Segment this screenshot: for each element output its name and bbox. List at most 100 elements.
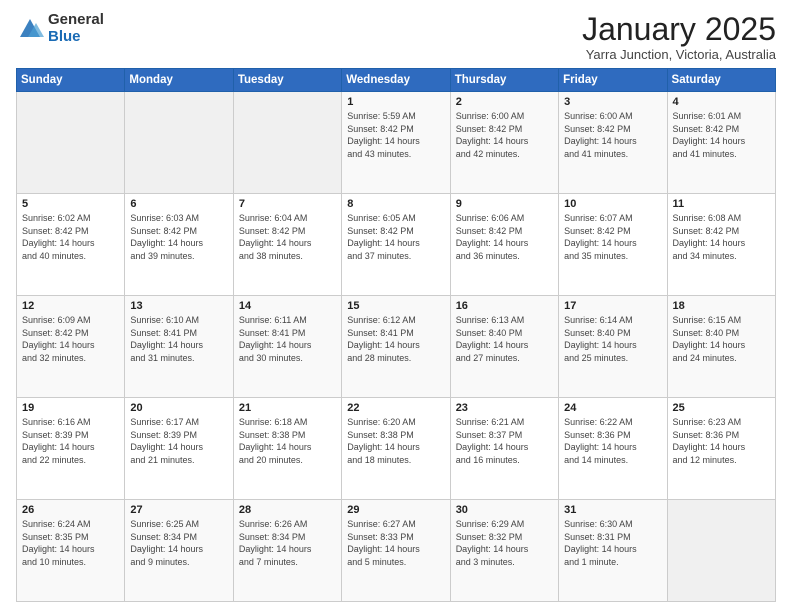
table-row: 20Sunrise: 6:17 AM Sunset: 8:39 PM Dayli… <box>125 398 233 500</box>
day-number: 11 <box>673 198 770 210</box>
header-friday: Friday <box>559 69 667 92</box>
day-info: Sunrise: 6:08 AM Sunset: 8:42 PM Dayligh… <box>673 212 770 262</box>
table-row: 14 Sunrise: 6:11 AM Sunset: 8:41 PM Dayli… <box>233 296 341 398</box>
day-info: Sunrise: 6:00 AM Sunset: 8:42 PM Dayligh… <box>456 110 553 160</box>
table-row: 25 Sunrise: 6:23 AM Sunset: 8:36 PM Dayli… <box>667 398 775 500</box>
day-info: Sunrise: 6:29 AM Sunset: 8:32 PM Dayligh… <box>456 518 553 568</box>
header-tuesday: Tuesday <box>233 69 341 92</box>
table-row: 6 Sunrise: 6:03 AM Sunset: 8:42 PM Daylig… <box>125 194 233 296</box>
table-row: 1 Sunrise: 5:59 AM Sunset: 8:42 PM Daylig… <box>342 92 450 194</box>
header: General Blue January 2025 Yarra Junction… <box>16 12 776 62</box>
day-number: 1 <box>347 96 444 108</box>
logo-blue: Blue <box>48 29 104 46</box>
day-number: 22 <box>347 402 444 414</box>
day-info: Sunrise: 6:11 AM Sunset: 8:41 PM Dayligh… <box>239 314 336 364</box>
table-row: 7Sunrise: 6:04 AM Sunset: 8:42 PM Daylig… <box>233 194 341 296</box>
table-row <box>17 92 125 194</box>
header-monday: Monday <box>125 69 233 92</box>
day-info: Sunrise: 6:30 AM Sunset: 8:31 PM Dayligh… <box>564 518 661 568</box>
day-info: Sunrise: 6:01 AM Sunset: 8:42 PM Dayligh… <box>673 110 770 160</box>
table-row: 24 Sunrise: 6:22 AM Sunset: 8:36 PM Dayli… <box>559 398 667 500</box>
table-row: 18 Sunrise: 6:15 AM Sunset: 8:40 PM Dayli… <box>667 296 775 398</box>
day-number: 28 <box>239 504 336 516</box>
calendar-week-row: 19 Sunrise: 6:16 AM Sunset: 8:39 PM Dayli… <box>17 398 776 500</box>
day-info: Sunrise: 6:10 AM Sunset: 8:41 PM Dayligh… <box>130 314 227 364</box>
table-row: 12 Sunrise: 6:09 AM Sunset: 8:42 PM Dayli… <box>17 296 125 398</box>
day-number: 15 <box>347 300 444 312</box>
day-info: Sunrise: 6:09 AM Sunset: 8:42 PM Dayligh… <box>22 314 119 364</box>
day-number: 3 <box>564 96 661 108</box>
table-row <box>667 500 775 602</box>
day-info: Sunrise: 6:17 AM Sunset: 8:39 PM Dayligh… <box>130 416 227 466</box>
table-row <box>233 92 341 194</box>
table-row: 8Sunrise: 6:05 AM Sunset: 8:42 PM Daylig… <box>342 194 450 296</box>
calendar-week-row: 12 Sunrise: 6:09 AM Sunset: 8:42 PM Dayli… <box>17 296 776 398</box>
table-row: 15Sunrise: 6:12 AM Sunset: 8:41 PM Dayli… <box>342 296 450 398</box>
logo-icon <box>16 15 44 43</box>
day-number: 5 <box>22 198 119 210</box>
title-block: January 2025 Yarra Junction, Victoria, A… <box>582 12 776 62</box>
day-number: 21 <box>239 402 336 414</box>
day-info: Sunrise: 6:15 AM Sunset: 8:40 PM Dayligh… <box>673 314 770 364</box>
header-sunday: Sunday <box>17 69 125 92</box>
day-number: 4 <box>673 96 770 108</box>
logo-text: General Blue <box>48 12 104 45</box>
table-row: 11 Sunrise: 6:08 AM Sunset: 8:42 PM Dayli… <box>667 194 775 296</box>
day-info: Sunrise: 6:26 AM Sunset: 8:34 PM Dayligh… <box>239 518 336 568</box>
day-number: 9 <box>456 198 553 210</box>
day-number: 14 <box>239 300 336 312</box>
day-number: 18 <box>673 300 770 312</box>
day-number: 25 <box>673 402 770 414</box>
day-info: Sunrise: 6:14 AM Sunset: 8:40 PM Dayligh… <box>564 314 661 364</box>
table-row: 2 Sunrise: 6:00 AM Sunset: 8:42 PM Daylig… <box>450 92 558 194</box>
day-number: 8 <box>347 198 444 210</box>
table-row <box>125 92 233 194</box>
day-info: Sunrise: 6:02 AM Sunset: 8:42 PM Dayligh… <box>22 212 119 262</box>
table-row: 9 Sunrise: 6:06 AM Sunset: 8:42 PM Daylig… <box>450 194 558 296</box>
day-number: 29 <box>347 504 444 516</box>
day-number: 2 <box>456 96 553 108</box>
day-info: Sunrise: 6:21 AM Sunset: 8:37 PM Dayligh… <box>456 416 553 466</box>
day-info: Sunrise: 6:24 AM Sunset: 8:35 PM Dayligh… <box>22 518 119 568</box>
day-info: Sunrise: 6:16 AM Sunset: 8:39 PM Dayligh… <box>22 416 119 466</box>
table-row: 30 Sunrise: 6:29 AM Sunset: 8:32 PM Dayli… <box>450 500 558 602</box>
day-info: Sunrise: 6:04 AM Sunset: 8:42 PM Dayligh… <box>239 212 336 262</box>
day-number: 27 <box>130 504 227 516</box>
day-number: 12 <box>22 300 119 312</box>
day-number: 24 <box>564 402 661 414</box>
day-info: Sunrise: 6:03 AM Sunset: 8:42 PM Dayligh… <box>130 212 227 262</box>
table-row: 29 Sunrise: 6:27 AM Sunset: 8:33 PM Dayli… <box>342 500 450 602</box>
day-number: 17 <box>564 300 661 312</box>
calendar-title: January 2025 <box>582 12 776 47</box>
day-info: Sunrise: 6:22 AM Sunset: 8:36 PM Dayligh… <box>564 416 661 466</box>
day-number: 26 <box>22 504 119 516</box>
calendar-week-row: 1 Sunrise: 5:59 AM Sunset: 8:42 PM Daylig… <box>17 92 776 194</box>
day-number: 6 <box>130 198 227 210</box>
table-row: 3 Sunrise: 6:00 AM Sunset: 8:42 PM Daylig… <box>559 92 667 194</box>
table-row: 21 Sunrise: 6:18 AM Sunset: 8:38 PM Dayli… <box>233 398 341 500</box>
table-row: 26 Sunrise: 6:24 AM Sunset: 8:35 PM Dayli… <box>17 500 125 602</box>
day-number: 23 <box>456 402 553 414</box>
logo-general: General <box>48 12 104 29</box>
day-info: Sunrise: 6:00 AM Sunset: 8:42 PM Dayligh… <box>564 110 661 160</box>
header-wednesday: Wednesday <box>342 69 450 92</box>
day-info: Sunrise: 6:18 AM Sunset: 8:38 PM Dayligh… <box>239 416 336 466</box>
table-row: 17 Sunrise: 6:14 AM Sunset: 8:40 PM Dayli… <box>559 296 667 398</box>
day-number: 19 <box>22 402 119 414</box>
table-row: 4 Sunrise: 6:01 AM Sunset: 8:42 PM Daylig… <box>667 92 775 194</box>
day-info: Sunrise: 6:13 AM Sunset: 8:40 PM Dayligh… <box>456 314 553 364</box>
day-number: 30 <box>456 504 553 516</box>
day-number: 13 <box>130 300 227 312</box>
calendar-table: Sunday Monday Tuesday Wednesday Thursday… <box>16 68 776 602</box>
day-info: Sunrise: 6:06 AM Sunset: 8:42 PM Dayligh… <box>456 212 553 262</box>
table-row: 10Sunrise: 6:07 AM Sunset: 8:42 PM Dayli… <box>559 194 667 296</box>
table-row: 13 Sunrise: 6:10 AM Sunset: 8:41 PM Dayli… <box>125 296 233 398</box>
day-info: Sunrise: 6:27 AM Sunset: 8:33 PM Dayligh… <box>347 518 444 568</box>
day-info: Sunrise: 6:07 AM Sunset: 8:42 PM Dayligh… <box>564 212 661 262</box>
day-info: Sunrise: 6:23 AM Sunset: 8:36 PM Dayligh… <box>673 416 770 466</box>
table-row: 28 Sunrise: 6:26 AM Sunset: 8:34 PM Dayli… <box>233 500 341 602</box>
calendar-location: Yarra Junction, Victoria, Australia <box>582 47 776 62</box>
day-info: Sunrise: 5:59 AM Sunset: 8:42 PM Dayligh… <box>347 110 444 160</box>
weekday-header-row: Sunday Monday Tuesday Wednesday Thursday… <box>17 69 776 92</box>
table-row: 22Sunrise: 6:20 AM Sunset: 8:38 PM Dayli… <box>342 398 450 500</box>
